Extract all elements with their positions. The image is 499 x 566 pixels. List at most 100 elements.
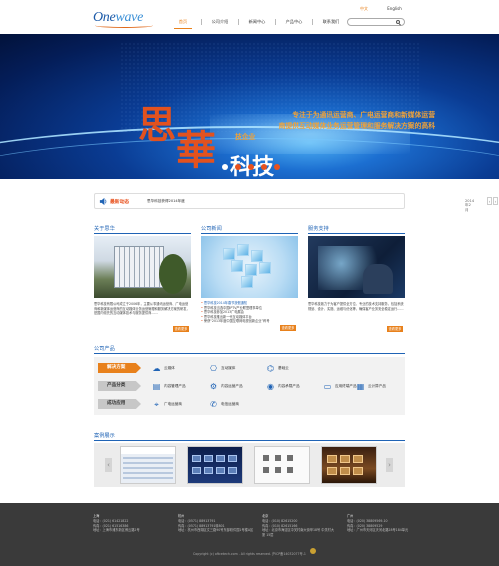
- nav-company-intro[interactable]: 公司介绍: [205, 19, 235, 29]
- news-cubes-image: [201, 236, 298, 298]
- onewave-logo[interactable]: Onewave: [93, 10, 153, 28]
- nav-home[interactable]: 首页: [168, 19, 198, 29]
- thumb-tile: [216, 467, 225, 474]
- service-touchscreen-image: [308, 236, 405, 298]
- tree-shape: [159, 254, 187, 294]
- news-list-item[interactable]: 荣获“2013年度中国互联网电视创新企业”称号: [201, 319, 298, 324]
- thumb-square: [287, 467, 293, 473]
- office-guangzhou: 广州 电话：(020) 38809569-10 传真：(020) 3880952…: [347, 514, 409, 533]
- thumb-tile: [353, 467, 363, 475]
- ticker-headline-link[interactable]: 思华科技获得2014年度: [147, 199, 185, 204]
- ticker-date: 2014年2月: [465, 199, 475, 212]
- product-content-hosting[interactable]: ◉ 内容承载产品: [266, 381, 300, 391]
- product-label: 内容管理产品: [164, 383, 186, 388]
- product-cloud-compute[interactable]: ▦ 云计算产品: [356, 381, 386, 391]
- news-ticker: 最新动态 思华科技获得2014年度 2014年2月 ‹ ›: [94, 193, 498, 212]
- banner-calligraphy-hua: 華: [176, 128, 216, 173]
- thumb-tile: [204, 467, 213, 474]
- office-hangzhou: 杭州 电话：(0571) 88913791 传真：(0571) 88913791…: [178, 514, 256, 533]
- office-line: 地址：杭州市西湖区文三路90号东部软件园1号楼A区: [178, 528, 254, 533]
- search-icon[interactable]: [396, 20, 400, 24]
- about-more-button[interactable]: 查看更多: [173, 326, 189, 332]
- thumb-square: [263, 455, 269, 461]
- telecom-icon: ✆: [210, 399, 217, 409]
- thumb-tile: [228, 467, 237, 474]
- thumb-tile: [340, 455, 350, 463]
- banner-pager-dot[interactable]: [261, 164, 267, 170]
- products-tag-solutions[interactable]: 解决方案: [98, 363, 141, 373]
- thumb-tile: [327, 467, 337, 475]
- case-thumbnail[interactable]: [187, 446, 243, 484]
- news-title: 公司新闻: [201, 225, 298, 234]
- police-badge-icon[interactable]: [310, 548, 316, 554]
- product-label: 云媒体: [164, 365, 175, 370]
- thumb-tile: [340, 467, 350, 475]
- product-label: 应用终端产品: [335, 383, 357, 388]
- banner-pager-dot[interactable]: [248, 164, 254, 170]
- hand-shape: [363, 264, 393, 294]
- cube-shape: [245, 264, 257, 276]
- product-label: 互动媒体: [221, 365, 236, 370]
- service-title: 服务支持: [308, 225, 405, 234]
- search-input[interactable]: [347, 18, 405, 26]
- product-cloud-media[interactable]: ☁ 云媒体: [152, 363, 175, 373]
- cube-shape: [237, 244, 249, 256]
- speaker-icon: [99, 197, 107, 206]
- nav-news-center[interactable]: 新闻中心: [242, 19, 272, 29]
- base-station-icon: ⌬: [267, 363, 274, 373]
- case-thumbnail[interactable]: [120, 446, 176, 484]
- service-more-button[interactable]: 查看更多: [387, 326, 403, 332]
- nav-divider: [312, 19, 313, 25]
- case-thumbnail[interactable]: [321, 446, 377, 484]
- about-body: 思华科技有限公司成立于2006年，主要从事通讯运营商、广电运营商和新媒体运营商的…: [94, 302, 191, 332]
- banner-slogan-line-3: 技企业: [235, 133, 256, 141]
- lang-english-link[interactable]: English: [387, 6, 401, 11]
- products-row-categories: 产品分类 ▤ 内容管理产品 ⚙ 内容运营产品 ◉ 内容承载产品 ▭ 应用终端产品…: [94, 377, 405, 394]
- product-label: 内容承载产品: [278, 383, 300, 388]
- about-building-photo: [94, 236, 191, 298]
- products-tag-applications[interactable]: 成功应用: [98, 399, 141, 409]
- banner-pager-dot[interactable]: [274, 164, 280, 170]
- products-tag-categories[interactable]: 产品分类: [98, 381, 141, 391]
- product-interactive-media[interactable]: ⎔ 互动媒体: [209, 363, 235, 373]
- nav-product-center[interactable]: 产品中心: [279, 19, 309, 29]
- products-row-solutions: 解决方案 ☁ 云媒体 ⎔ 互动媒体 ⌬ 基础云: [94, 359, 405, 376]
- products-row-applications: 成功应用 ⌖ 广电运营商 ✆ 电信运营商: [94, 395, 405, 412]
- carousel-prev-button[interactable]: ‹: [105, 458, 112, 472]
- language-switch: 中文 English: [360, 6, 420, 12]
- banner-pager-dot[interactable]: [222, 164, 228, 170]
- cloud-compute-icon: ▦: [356, 381, 365, 391]
- product-broadcast-operator[interactable]: ⌖ 广电运营商: [152, 399, 182, 409]
- news-more-button[interactable]: 查看更多: [280, 325, 296, 331]
- case-thumbnail[interactable]: [254, 446, 310, 484]
- logo-swoosh: [95, 23, 153, 28]
- product-base-cloud[interactable]: ⌬ 基础云: [266, 363, 289, 373]
- carousel-next-button[interactable]: ›: [386, 458, 393, 472]
- news-section: 公司新闻 思华科技2014年春节放假通知 思华科技当选中国IPTV产业联盟理事单…: [201, 225, 298, 331]
- product-app-terminal[interactable]: ▭ 应用终端产品: [323, 381, 357, 391]
- lang-chinese-link[interactable]: 中文: [360, 6, 368, 11]
- main-nav: 首页 公司介绍 新闻中心 产品中心 联系我们: [168, 19, 346, 29]
- nav-contact-us[interactable]: 联系我们: [316, 19, 346, 29]
- news-body: 思华科技2014年春节放假通知 思华科技当选中国IPTV产业联盟理事单位 思华科…: [201, 301, 298, 331]
- product-content-operations[interactable]: ⚙ 内容运营产品: [209, 381, 243, 391]
- products-title: 公司产品: [94, 345, 405, 354]
- building-shape: [114, 246, 164, 288]
- about-text: 思华科技有限公司成立于2006年，主要从事通讯运营商、广电运营商和新媒体运营商的…: [94, 302, 190, 316]
- product-telecom-operator[interactable]: ✆ 电信运营商: [209, 399, 239, 409]
- thumb-tile: [204, 455, 213, 462]
- thumb-square: [275, 455, 281, 461]
- copyright-text: Copyright (c) oftcetech.com . All rights…: [193, 552, 306, 556]
- cases-carousel: ‹ ›: [94, 443, 405, 487]
- news-list: 思华科技2014年春节放假通知 思华科技当选中国IPTV产业联盟理事单位 思华科…: [201, 301, 298, 324]
- product-content-management[interactable]: ▤ 内容管理产品: [152, 381, 186, 391]
- thumb-tile: [228, 455, 237, 462]
- banner-pager-dot[interactable]: [235, 164, 241, 170]
- interactive-media-icon: ⎔: [210, 363, 217, 373]
- ticker-prev-button[interactable]: ‹: [487, 197, 492, 205]
- ticker-next-button[interactable]: ›: [493, 197, 498, 205]
- nav-divider: [238, 19, 239, 25]
- service-text: 思华科技致力于为客户提供全方位、专业的技术支持服务，包括系统规划、设计、实施、运…: [308, 302, 404, 311]
- site-footer: 上海 电话：(021) 61421822 传真：(021) 61516386 地…: [0, 503, 499, 566]
- thumb-line: [123, 462, 173, 464]
